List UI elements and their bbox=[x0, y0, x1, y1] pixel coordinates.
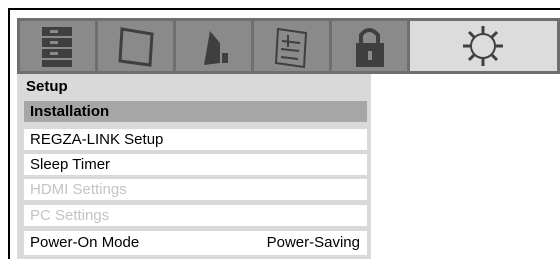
menu-item-label: HDMI Settings bbox=[30, 181, 127, 198]
setup-menu-panel: Setup Installation REGZA-LINK Setup Slee… bbox=[17, 74, 371, 259]
picture-settings-icon bbox=[42, 27, 72, 67]
speaker-icon bbox=[204, 31, 228, 65]
tab-picture[interactable] bbox=[20, 21, 95, 71]
screen-icon bbox=[118, 27, 154, 67]
preferences-icon bbox=[274, 27, 308, 69]
gear-icon bbox=[463, 26, 503, 66]
menu-item-sleep-timer[interactable]: Sleep Timer bbox=[24, 154, 367, 175]
menu-item-label: Power-On Mode bbox=[30, 234, 140, 251]
tab-preferences[interactable] bbox=[254, 21, 329, 71]
tab-lock[interactable] bbox=[332, 21, 407, 71]
menu-item-hdmi-settings: HDMI Settings bbox=[24, 179, 367, 200]
tab-sound[interactable] bbox=[176, 21, 251, 71]
menu-item-installation[interactable]: Installation bbox=[24, 101, 367, 122]
menu-title: Setup bbox=[26, 78, 68, 95]
menu-item-regza-link-setup[interactable]: REGZA-LINK Setup bbox=[24, 129, 367, 150]
menu-item-label: Sleep Timer bbox=[30, 156, 111, 173]
tab-screen[interactable] bbox=[98, 21, 173, 71]
menu-icon-bar bbox=[17, 18, 560, 74]
lock-icon bbox=[356, 28, 384, 67]
menu-item-label: Installation bbox=[30, 103, 110, 120]
power-on-mode-value: Power-Saving bbox=[266, 234, 360, 251]
menu-item-power-on-mode[interactable]: Power-On Mode Power-Saving bbox=[24, 231, 367, 255]
menu-item-label: REGZA-LINK Setup bbox=[30, 131, 164, 148]
menu-item-label: PC Settings bbox=[30, 207, 110, 224]
menu-item-pc-settings: PC Settings bbox=[24, 205, 367, 226]
tab-setup[interactable] bbox=[410, 21, 557, 71]
